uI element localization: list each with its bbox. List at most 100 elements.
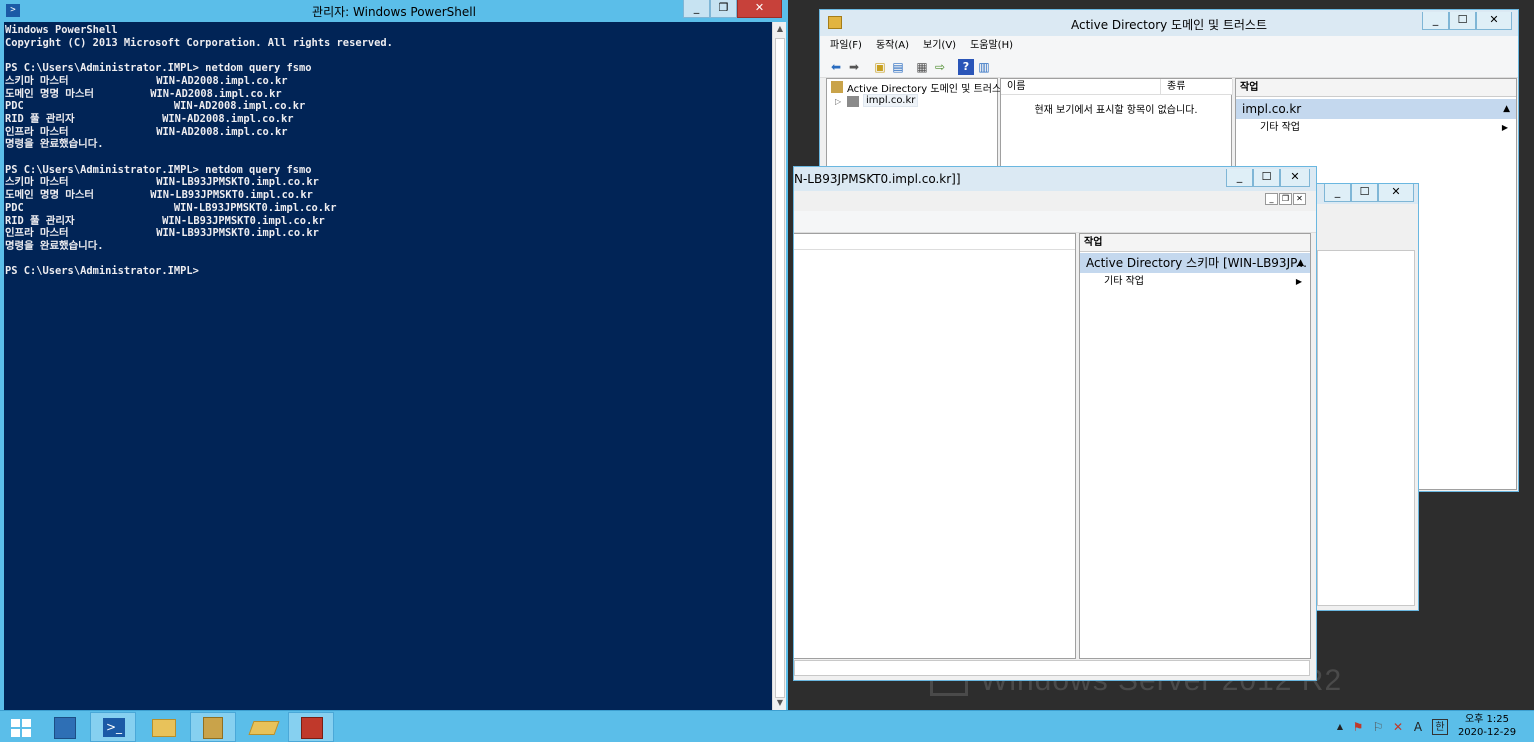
more-actions[interactable]: 기타 작업 ▶ bbox=[1080, 273, 1310, 291]
console-line: RID 풀 관리자 WIN-AD2008.impl.co.kr bbox=[5, 112, 294, 125]
action-pane-icon[interactable]: ▥ bbox=[976, 59, 992, 75]
child-restore-button[interactable]: ❐ bbox=[1279, 193, 1292, 205]
schema-back-titlebar[interactable]: _ ☐ ✕ bbox=[1313, 184, 1418, 204]
tree-pane[interactable]: Active Directory 도메인 및 트러스트 ▷ impl.co.kr bbox=[826, 78, 1010, 170]
maximize-button[interactable]: ☐ bbox=[1449, 12, 1476, 30]
menu-help[interactable]: 도움말(H) bbox=[970, 36, 1013, 56]
powershell-titlebar[interactable]: > 관리자: Windows PowerShell _ ❐ ✕ bbox=[0, 0, 788, 22]
minimize-button[interactable]: _ bbox=[1226, 169, 1253, 187]
ad-domains-icon bbox=[203, 717, 223, 739]
ad-titlebar[interactable]: Active Directory 도메인 및 트러스트 _ ☐ ✕ bbox=[820, 10, 1518, 36]
vertical-scrollbar[interactable]: ▲ ▼ bbox=[772, 22, 786, 710]
maximize-button[interactable]: ☐ bbox=[1253, 169, 1280, 187]
console-line: 도메인 명명 마스터 WIN-AD2008.impl.co.kr bbox=[5, 87, 282, 100]
close-button[interactable]: ✕ bbox=[1476, 12, 1512, 30]
menu-action[interactable]: 동작(A) bbox=[876, 36, 909, 56]
mdi-controls: _ ❐ ✕ bbox=[1265, 193, 1306, 205]
actions-header: 작업 bbox=[1236, 79, 1516, 97]
column-header-type[interactable]: 종류 bbox=[1161, 79, 1233, 95]
server-manager-icon bbox=[54, 717, 76, 739]
minimize-button[interactable]: _ bbox=[1422, 12, 1449, 30]
console-line: 인프라 마스터 WIN-LB93JPMSKT0.impl.co.kr bbox=[5, 227, 319, 240]
powershell-window[interactable]: > 관리자: Windows PowerShell _ ❐ ✕ Windows … bbox=[0, 0, 788, 712]
properties-icon[interactable]: ▦ bbox=[914, 59, 930, 75]
close-button[interactable]: ✕ bbox=[1280, 169, 1310, 187]
schema-titlebar[interactable]: N-LB93JPMSKT0.impl.co.kr]] _ ☐ ✕ bbox=[794, 167, 1316, 191]
console-line: RID 풀 관리자 WIN-LB93JPMSKT0.impl.co.kr bbox=[5, 214, 325, 227]
console-line: PDC WIN-AD2008.impl.co.kr bbox=[5, 100, 306, 113]
action-center-icon[interactable]: ⚐ bbox=[1370, 719, 1386, 735]
column-header-name[interactable]: 이름 bbox=[1001, 79, 1161, 95]
more-actions[interactable]: 기타 작업 ▶ bbox=[1236, 119, 1516, 137]
window-title: Active Directory 도메인 및 트러스트 bbox=[1070, 18, 1267, 32]
console-line: Windows PowerShell bbox=[5, 24, 118, 36]
child-close-button[interactable]: ✕ bbox=[1293, 193, 1306, 205]
window-title: 관리자: Windows PowerShell bbox=[312, 5, 476, 19]
list-pane[interactable]: 이름 종류 현재 보기에서 표시할 항목이 없습니다. bbox=[1000, 78, 1233, 170]
up-folder-icon[interactable]: ▣ bbox=[872, 59, 888, 75]
console-line: 스키마 마스터 WIN-LB93JPMSKT0.impl.co.kr bbox=[5, 176, 319, 189]
forward-arrow-icon[interactable]: ➡ bbox=[846, 59, 862, 75]
schema-actions-pane: 작업 Active Directory 스키마 [WIN-LB93JP... ▲ … bbox=[1079, 233, 1311, 659]
status-bar bbox=[794, 660, 1310, 676]
close-button[interactable]: ✕ bbox=[1378, 184, 1414, 202]
collapse-icon[interactable]: ▲ bbox=[1503, 99, 1510, 119]
clock-date: 2020-12-29 bbox=[1457, 727, 1517, 738]
ad-schema-window[interactable]: N-LB93JPMSKT0.impl.co.kr]] _ ☐ ✕ _ ❐ ✕ 작… bbox=[793, 166, 1317, 681]
console-line: 도메인 명명 마스터 WIN-LB93JPMSKT0.impl.co.kr bbox=[5, 189, 313, 202]
network-warning-icon[interactable]: ⚑ bbox=[1350, 719, 1366, 735]
minimize-button[interactable]: _ bbox=[1324, 184, 1351, 202]
tree-expand-icon[interactable]: ▷ bbox=[835, 97, 841, 106]
show-tree-icon[interactable]: ▤ bbox=[890, 59, 906, 75]
console-output[interactable]: Windows PowerShell Copyright (C) 2013 Mic… bbox=[4, 22, 772, 710]
tree-root-label[interactable]: Active Directory 도메인 및 트러스트 bbox=[847, 80, 1010, 95]
schema-column-header[interactable] bbox=[794, 234, 1075, 250]
child-minimize-button[interactable]: _ bbox=[1265, 193, 1278, 205]
ad-root-icon bbox=[831, 81, 843, 93]
menu-bar: 파일(F) 동작(A) 보기(V) 도움말(H) bbox=[820, 36, 1518, 56]
scroll-down-icon[interactable]: ▼ bbox=[773, 696, 787, 710]
back-arrow-icon[interactable]: ⬅ bbox=[828, 59, 844, 75]
console-line: 명령을 완료했습니다. bbox=[5, 239, 104, 252]
schema-content-pane[interactable] bbox=[794, 233, 1076, 659]
actions-selected-label: impl.co.kr bbox=[1242, 102, 1302, 116]
collapse-icon[interactable]: ▲ bbox=[1297, 253, 1304, 273]
schema-back-pane bbox=[1317, 250, 1415, 606]
taskbar-schema[interactable] bbox=[288, 712, 334, 742]
console-line: PS C:\Users\Administrator.IMPL> netdom q… bbox=[5, 163, 312, 176]
console-line: PDC WIN-LB93JPMSKT0.impl.co.kr bbox=[5, 201, 337, 214]
console-line: Copyright (C) 2013 Microsoft Corporation… bbox=[5, 36, 393, 49]
system-clock[interactable]: 오후 1:25 2020-12-29 bbox=[1452, 713, 1522, 739]
menu-file[interactable]: 파일(F) bbox=[830, 36, 862, 56]
taskbar-powershell[interactable]: >_ bbox=[90, 712, 136, 742]
help-icon[interactable]: ? bbox=[958, 59, 974, 75]
scroll-thumb[interactable] bbox=[775, 38, 785, 698]
minimize-button[interactable]: _ bbox=[683, 0, 710, 18]
close-button[interactable]: ✕ bbox=[737, 0, 782, 18]
input-mode-icon[interactable]: A bbox=[1410, 719, 1426, 735]
menu-view[interactable]: 보기(V) bbox=[923, 36, 956, 56]
schema-icon bbox=[301, 717, 323, 739]
schema-toolbar bbox=[794, 211, 1316, 233]
export-list-icon[interactable]: ⇨ bbox=[932, 59, 948, 75]
console-line: 명령을 완료했습니다. bbox=[5, 138, 104, 151]
ime-korean-icon[interactable]: 한 bbox=[1432, 719, 1448, 735]
scroll-up-icon[interactable]: ▲ bbox=[773, 22, 787, 36]
taskbar-ad-domains[interactable] bbox=[190, 712, 236, 742]
taskbar-ad-tools[interactable] bbox=[240, 712, 286, 742]
maximize-button[interactable]: ☐ bbox=[1351, 184, 1378, 202]
schema-window-background[interactable]: _ ☐ ✕ bbox=[1312, 183, 1419, 611]
taskbar: >_ ▲ ⚑ ⚐ ✕ A 한 오후 1:25 2020-12-29 bbox=[0, 710, 1534, 742]
console-line: PS C:\Users\Administrator.IMPL> netdom q… bbox=[5, 62, 312, 75]
volume-muted-icon[interactable]: ✕ bbox=[1390, 719, 1406, 735]
show-hidden-icons-icon[interactable]: ▲ bbox=[1332, 719, 1348, 735]
tree-domain-label[interactable]: impl.co.kr bbox=[863, 94, 919, 107]
taskbar-server-manager[interactable] bbox=[42, 712, 88, 742]
start-button[interactable] bbox=[0, 712, 40, 742]
actions-selected-item[interactable]: Active Directory 스키마 [WIN-LB93JP... ▲ bbox=[1080, 253, 1310, 273]
actions-selected-item[interactable]: impl.co.kr ▲ bbox=[1236, 99, 1516, 119]
maximize-button[interactable]: ❐ bbox=[710, 0, 737, 18]
taskbar-explorer[interactable] bbox=[140, 712, 186, 742]
